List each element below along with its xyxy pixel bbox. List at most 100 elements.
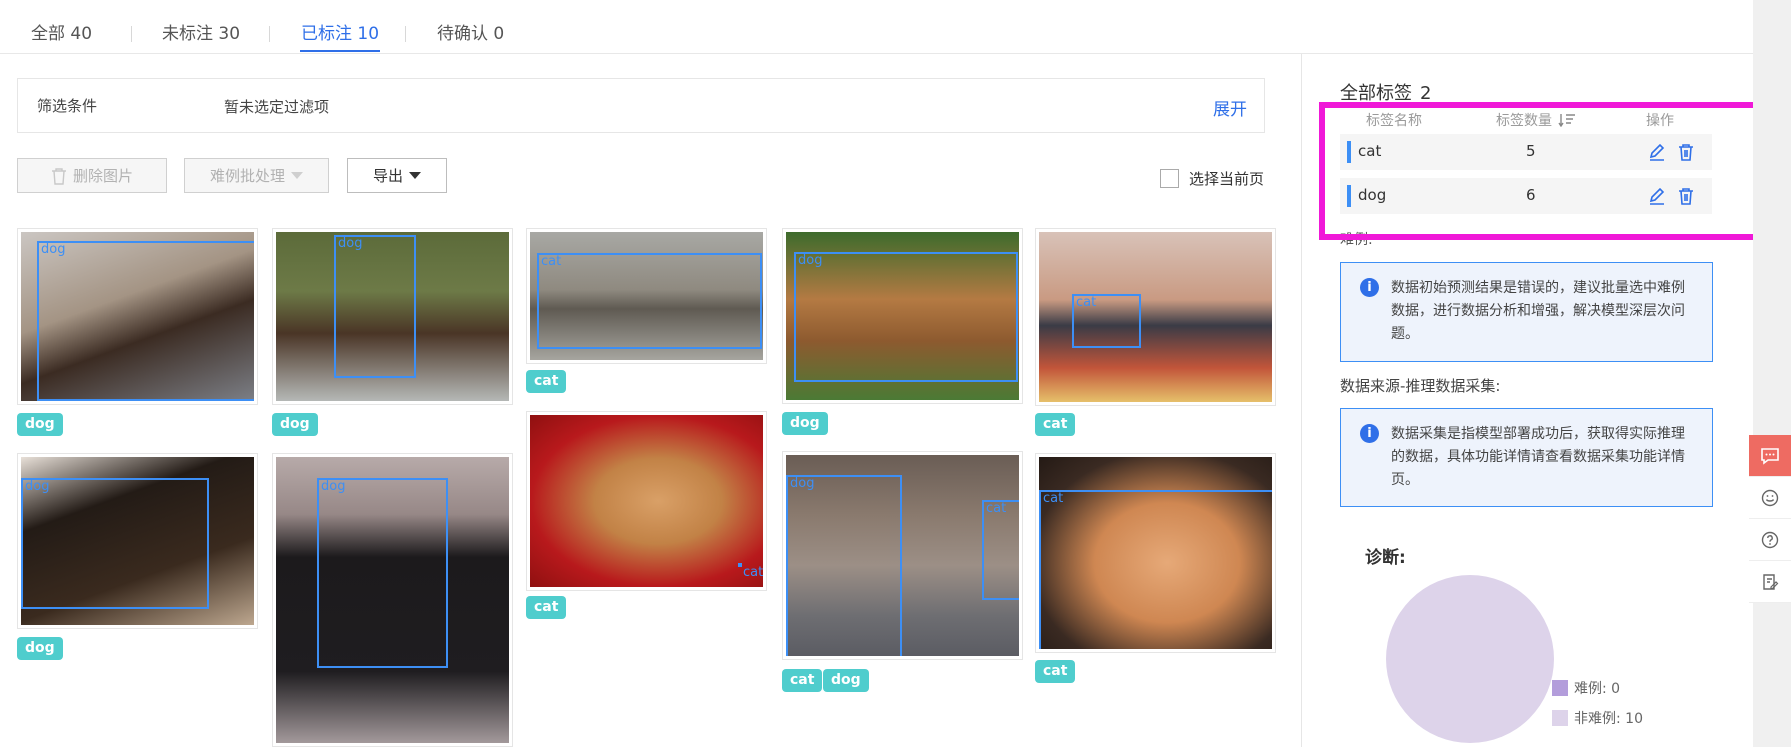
all-labels-count: 2 <box>1420 83 1432 104</box>
feedback-button[interactable] <box>1749 435 1791 477</box>
tab-divider <box>405 26 406 42</box>
tab-labeled[interactable]: 已标注 10 <box>300 22 381 52</box>
image-tag: dog <box>17 637 63 660</box>
data-collection-info-text: 数据采集是指模型部署成功后，获取得实际推理的数据，具体功能详情请查看数据采集功能… <box>1391 426 1685 488</box>
tab-divider <box>131 26 132 42</box>
bounding-box: dog <box>794 252 1018 382</box>
tab-pending[interactable]: 待确认 0 <box>437 22 504 52</box>
diagnosis-pie-chart <box>1386 575 1554 743</box>
image-card[interactable]: cat <box>1035 453 1276 653</box>
bounding-box: dog <box>37 241 254 401</box>
notes-button[interactable] <box>1749 561 1791 603</box>
legend-normal: 非难例: 10 <box>1552 708 1643 728</box>
image-card[interactable]: cat <box>526 228 767 364</box>
bounding-box: dog <box>786 475 902 656</box>
bounding-box: cat <box>738 563 763 579</box>
image-card[interactable]: cat <box>1035 228 1276 406</box>
legend-label: 难例: 0 <box>1574 681 1621 697</box>
bbox-label: cat <box>541 254 562 269</box>
image-tag: dog <box>17 413 63 436</box>
hard-example-info-text: 数据初始预测结果是错误的，建议批量选中难例数据，进行数据分析和增强，解决模型深层… <box>1391 280 1685 342</box>
bounding-box: cat <box>1039 490 1272 649</box>
highlight-annotation <box>1319 102 1760 240</box>
delete-image-button[interactable]: 删除图片 <box>17 158 167 193</box>
tab-unlabeled[interactable]: 未标注 30 <box>162 22 240 52</box>
tab-all[interactable]: 全部 40 <box>31 22 92 52</box>
export-button[interactable]: 导出 <box>347 158 447 193</box>
bounding-box: dog <box>317 478 448 668</box>
image-tag: cat <box>782 669 823 692</box>
chevron-down-icon <box>291 172 303 179</box>
bounding-box: cat <box>1072 294 1141 348</box>
bbox-label: dog <box>321 479 346 494</box>
dog-photo: dog <box>21 232 254 401</box>
legend-hard: 难例: 0 <box>1552 678 1620 698</box>
cat-photo: cat <box>530 232 763 360</box>
cat-photo: cat <box>1039 232 1272 402</box>
legend-label: 非难例: 10 <box>1574 711 1643 727</box>
bbox-label: cat <box>986 501 1007 516</box>
image-tag: dog <box>272 413 318 436</box>
cat-photo: cat <box>1039 457 1272 649</box>
image-card[interactable]: dog <box>17 453 258 629</box>
image-tag: cat <box>526 370 567 393</box>
image-card[interactable]: dog <box>272 453 513 747</box>
bbox-label: dog <box>41 242 66 257</box>
dog-photo: dog <box>786 232 1019 400</box>
help-icon <box>1761 531 1779 548</box>
status-tabs: 全部 40 未标注 30 已标注 10 待确认 0 <box>0 0 1753 54</box>
image-tag: dog <box>823 669 869 692</box>
dog-photo: dog <box>276 232 509 401</box>
bbox-label: cat <box>1076 295 1097 310</box>
diagnosis-title: 诊断: <box>1365 548 1406 568</box>
bbox-label: dog <box>798 253 823 268</box>
help-button[interactable] <box>1749 519 1791 561</box>
info-icon: i <box>1360 424 1379 443</box>
bbox-label: dog <box>338 236 363 251</box>
dog-cat-photo: dog cat <box>786 455 1019 656</box>
image-tag: cat <box>526 596 567 619</box>
dataset-annotation-page: 全部 40 未标注 30 已标注 10 待确认 0 筛选条件 暂未选定过滤项 展… <box>0 0 1791 747</box>
hard-example-batch-button[interactable]: 难例批处理 <box>184 158 329 193</box>
bounding-box: dog <box>334 235 416 378</box>
export-label: 导出 <box>372 167 403 185</box>
image-card[interactable]: dog <box>17 228 258 405</box>
dog-photo: dog <box>21 457 254 625</box>
bbox-label: dog <box>790 476 815 491</box>
image-card[interactable]: dog cat <box>782 451 1023 660</box>
floating-toolbar <box>1749 435 1791 603</box>
select-page-label: 选择当前页 <box>1189 170 1265 188</box>
bbox-label: cat <box>743 565 763 580</box>
legend-swatch <box>1552 680 1568 696</box>
batch-label: 难例批处理 <box>209 167 285 185</box>
message-icon <box>1761 447 1779 465</box>
all-labels-text: 全部标签 <box>1340 83 1412 104</box>
satisfaction-button[interactable] <box>1749 477 1791 519</box>
bbox-label: dog <box>25 479 50 494</box>
image-card[interactable]: cat <box>526 411 767 591</box>
bounding-box: cat <box>537 253 762 349</box>
select-current-page[interactable]: 选择当前页 <box>1160 168 1264 189</box>
filter-bar: 筛选条件 暂未选定过滤项 展开 <box>17 78 1265 133</box>
image-card[interactable]: dog <box>782 228 1023 404</box>
bounding-box: dog <box>21 478 209 609</box>
tab-divider <box>269 26 270 42</box>
filter-expand-link[interactable]: 展开 <box>1213 95 1247 120</box>
edit-note-icon <box>1763 573 1779 590</box>
bbox-label: cat <box>1043 491 1064 506</box>
image-tag: cat <box>1035 660 1076 683</box>
image-tag: dog <box>782 412 828 435</box>
chevron-down-icon <box>409 172 421 179</box>
data-source-label: 数据来源-推理数据采集: <box>1340 377 1501 395</box>
image-card[interactable]: dog <box>272 228 513 405</box>
panel-divider <box>1301 54 1302 747</box>
trash-icon <box>51 167 66 185</box>
scroll-strip <box>1753 0 1791 747</box>
bounding-box: cat <box>982 500 1019 600</box>
delete-image-label: 删除图片 <box>72 167 133 185</box>
smile-icon <box>1761 489 1779 506</box>
image-tag: cat <box>1035 413 1076 436</box>
cat-photo: cat <box>530 415 763 587</box>
select-page-checkbox[interactable] <box>1160 169 1179 188</box>
data-collection-info: i 数据采集是指模型部署成功后，获取得实际推理的数据，具体功能详情请查看数据采集… <box>1340 408 1713 507</box>
